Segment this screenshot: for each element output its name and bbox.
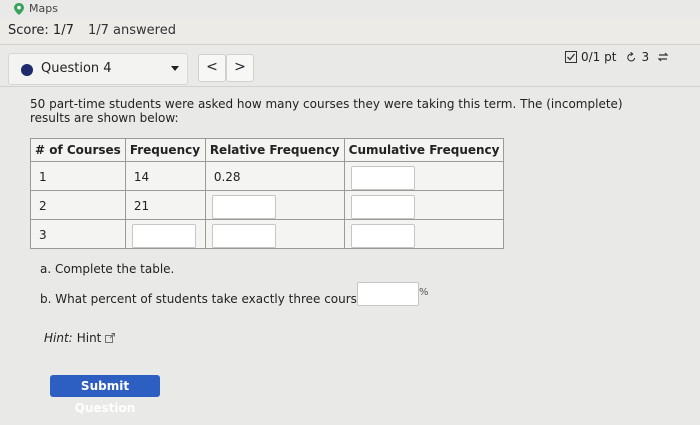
maps-link[interactable]: Maps bbox=[14, 2, 58, 15]
courses-cell: 1 bbox=[39, 170, 47, 184]
part-a-text: a. Complete the table. bbox=[40, 262, 175, 276]
cycle-icon[interactable] bbox=[657, 51, 669, 63]
part-b-text: b. What percent of students take exactly… bbox=[40, 292, 377, 306]
question-selector[interactable]: Question 4 bbox=[8, 53, 188, 85]
external-link-icon bbox=[105, 333, 116, 343]
question-status-dot bbox=[21, 64, 33, 76]
relative-frequency-input[interactable] bbox=[211, 195, 276, 219]
score-text: Score: 1/7 bbox=[8, 23, 74, 38]
table-row: 2 21 bbox=[30, 190, 505, 220]
retries-count: 3 bbox=[641, 50, 650, 64]
submit-question-button[interactable]: Submit Question bbox=[50, 375, 160, 415]
answered-count: 1/7 answered bbox=[88, 23, 176, 38]
frequency-cell: 21 bbox=[133, 199, 150, 213]
checkbox-icon bbox=[565, 51, 577, 63]
map-pin-icon bbox=[14, 2, 24, 15]
retry-icon bbox=[627, 51, 636, 61]
header-relative-frequency: Relative Frequency bbox=[204, 138, 345, 162]
cumulative-frequency-input[interactable] bbox=[350, 166, 415, 190]
hint-link[interactable]: Hint bbox=[77, 331, 102, 345]
question-text: 50 part-time students were asked how man… bbox=[30, 97, 623, 125]
hint-label: Hint: bbox=[44, 331, 73, 345]
chevron-down-icon bbox=[171, 66, 179, 71]
header-frequency: Frequency bbox=[124, 138, 206, 162]
frequency-table: # of Courses Frequency Relative Frequenc… bbox=[30, 138, 505, 249]
header-divider bbox=[0, 86, 700, 87]
table-header-row: # of Courses Frequency Relative Frequenc… bbox=[30, 138, 505, 162]
courses-cell: 2 bbox=[39, 199, 47, 213]
percent-unit: % bbox=[419, 287, 429, 298]
maps-label: Maps bbox=[29, 2, 58, 15]
hint-row: Hint: Hint bbox=[44, 331, 116, 345]
question-selector-label: Question 4 bbox=[41, 61, 112, 76]
cumulative-frequency-input[interactable] bbox=[350, 195, 415, 219]
score-bar: Score: 1/7 1/7 answered bbox=[0, 18, 700, 45]
frequency-input[interactable] bbox=[131, 224, 196, 248]
table-row: 1 14 0.28 bbox=[30, 161, 505, 191]
previous-question-button[interactable]: < bbox=[198, 54, 226, 82]
frequency-cell: 14 bbox=[133, 170, 150, 184]
header-courses: # of Courses bbox=[30, 138, 126, 162]
next-question-button[interactable]: > bbox=[226, 54, 254, 82]
table-row: 3 bbox=[30, 219, 505, 249]
cumulative-frequency-input[interactable] bbox=[350, 224, 415, 248]
relative-frequency-input[interactable] bbox=[211, 224, 276, 248]
points-display: 0/1 pt 3 bbox=[565, 50, 669, 64]
top-bar: Maps bbox=[0, 0, 700, 18]
percent-answer-input[interactable] bbox=[357, 282, 419, 306]
relative-frequency-cell: 0.28 bbox=[213, 170, 241, 184]
courses-cell: 3 bbox=[39, 228, 47, 242]
points-text: 0/1 pt bbox=[581, 50, 617, 64]
header-cumulative-frequency: Cumulative Frequency bbox=[343, 138, 505, 162]
